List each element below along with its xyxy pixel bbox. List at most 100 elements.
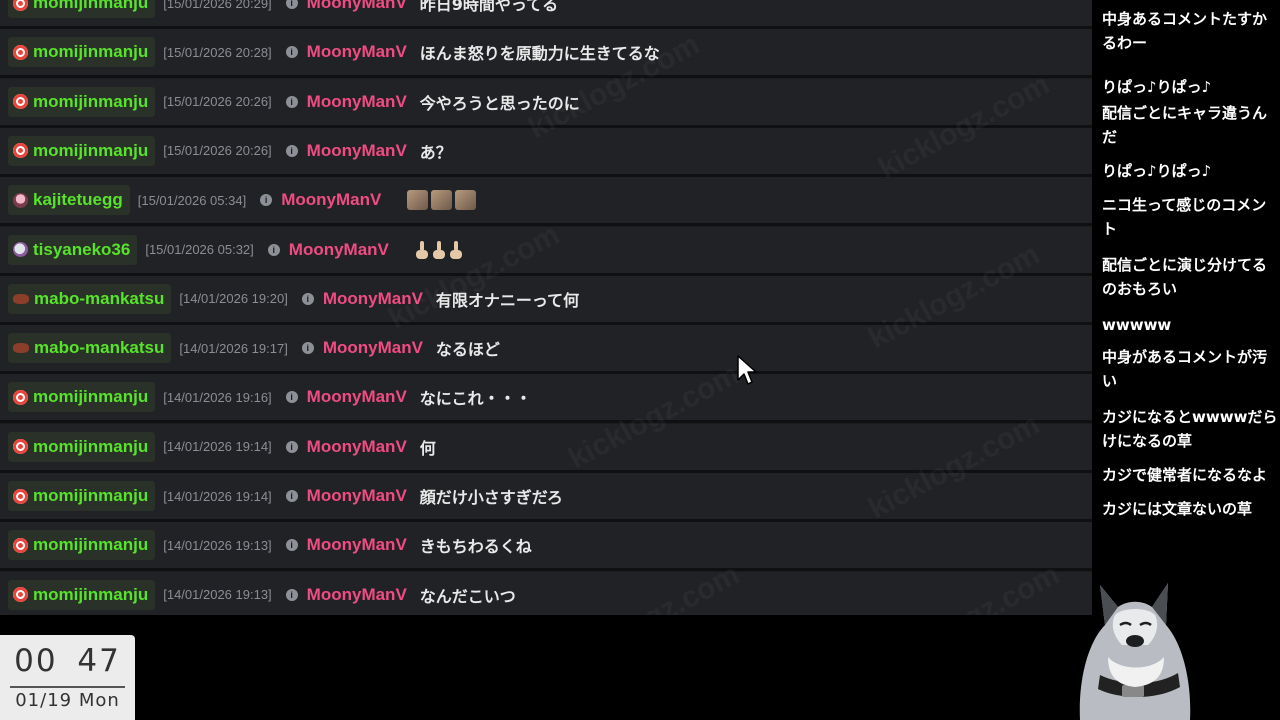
user-avatar bbox=[13, 143, 28, 159]
timestamp: [14/01/2026 19:20] bbox=[179, 291, 288, 307]
info-icon[interactable]: i bbox=[285, 95, 298, 108]
chat-message: 有限オナニーって何 bbox=[435, 290, 580, 310]
user-avatar bbox=[13, 192, 28, 208]
info-icon[interactable]: i bbox=[260, 194, 273, 207]
username[interactable]: momijinmanju bbox=[33, 486, 148, 506]
timestamp: [15/01/2026 05:32] bbox=[145, 242, 254, 257]
username-badge[interactable]: momijinmanju bbox=[8, 86, 156, 117]
username[interactable]: momijinmanju bbox=[33, 535, 148, 555]
username-badge[interactable]: mabo-mankatsu bbox=[8, 333, 172, 364]
username[interactable]: momijinmanju bbox=[33, 92, 148, 112]
chat-row[interactable]: kajitetuegg [15/01/2026 05:34] i MoonyManV bbox=[0, 177, 1092, 227]
mouse-cursor-icon bbox=[737, 355, 757, 385]
username[interactable]: tisyaneko36 bbox=[33, 240, 130, 260]
chat-row[interactable]: momijinmanju [14/01/2026 19:13] i MoonyManV… bbox=[0, 571, 1092, 615]
chat-message: 今やろうと思ったのに bbox=[419, 93, 580, 113]
timestamp: [15/01/2026 20:26] bbox=[163, 94, 272, 110]
info-icon[interactable]: i bbox=[301, 342, 314, 355]
comment-item: 配信ごとに演じ分けてるのおもろい bbox=[1102, 256, 1268, 298]
username-badge[interactable]: momijinmanju bbox=[8, 481, 156, 511]
channel-name[interactable]: MoonyManV bbox=[307, 92, 407, 112]
channel-name[interactable]: MoonyManV bbox=[307, 486, 407, 506]
chat-row[interactable]: momijinmanju [14/01/2026 19:14] i MoonyManV… bbox=[0, 423, 1092, 473]
username-badge[interactable]: momijinmanju bbox=[8, 0, 156, 18]
username-badge[interactable]: mabo-mankatsu bbox=[8, 283, 172, 314]
username[interactable]: momijinmanju bbox=[33, 141, 148, 161]
channel-name[interactable]: MoonyManV bbox=[281, 190, 381, 210]
username[interactable]: momijinmanju bbox=[33, 0, 148, 13]
channel-name[interactable]: MoonyManV bbox=[307, 141, 407, 161]
username-badge[interactable]: momijinmanju bbox=[8, 382, 156, 413]
info-icon[interactable]: i bbox=[301, 292, 314, 305]
comment-item: りぱっ♪りぱっ♪ bbox=[1102, 78, 1212, 96]
timestamp: [14/01/2026 19:14] bbox=[163, 439, 272, 455]
info-icon[interactable]: i bbox=[285, 440, 298, 453]
channel-name[interactable]: MoonyManV bbox=[307, 387, 407, 407]
username[interactable]: mabo-mankatsu bbox=[34, 338, 164, 358]
username-badge[interactable]: momijinmanju bbox=[8, 135, 156, 166]
comment-item: 配信ごとにキャラ違うんだ bbox=[1102, 104, 1268, 146]
comment-item: りぱっ♪りぱっ♪ bbox=[1102, 162, 1212, 180]
timestamp: [14/01/2026 19:16] bbox=[163, 389, 272, 405]
username[interactable]: momijinmanju bbox=[33, 42, 148, 62]
info-icon[interactable]: i bbox=[267, 243, 280, 256]
comment-item: 中身あるコメントたすかるわー bbox=[1102, 10, 1268, 52]
timestamp: [15/01/2026 20:26] bbox=[163, 143, 272, 159]
username-badge[interactable]: momijinmanju bbox=[8, 431, 156, 462]
comment-item: wwwww bbox=[1102, 316, 1172, 334]
username-badge[interactable]: momijinmanju bbox=[8, 530, 156, 561]
info-icon[interactable]: i bbox=[285, 539, 298, 552]
chat-row[interactable]: mabo-mankatsu [14/01/2026 19:20] i MoonyMan… bbox=[0, 275, 1092, 325]
chat-row[interactable]: tisyaneko36 [15/01/2026 05:32] i MoonyManV bbox=[0, 226, 1092, 276]
finger-emote-icon bbox=[449, 240, 463, 259]
chat-row[interactable]: momijinmanju [15/01/2026 20:26] i MoonyManV… bbox=[0, 78, 1092, 128]
username-badge[interactable]: momijinmanju bbox=[8, 579, 156, 610]
comment-item: 中身があるコメントが汚い bbox=[1102, 348, 1268, 390]
channel-name[interactable]: MoonyManV bbox=[307, 42, 407, 62]
username[interactable]: mabo-mankatsu bbox=[34, 289, 164, 309]
info-icon[interactable]: i bbox=[285, 588, 298, 601]
chat-log-panel[interactable]: momijinmanju [15/01/2026 20:29] i MoonyManV… bbox=[0, 0, 1092, 615]
user-avatar bbox=[13, 389, 28, 405]
chat-row[interactable]: momijinmanju [15/01/2026 20:26] i MoonyManV… bbox=[0, 127, 1092, 177]
chat-row[interactable]: momijinmanju [14/01/2026 19:14] i MoonyManV… bbox=[0, 473, 1092, 522]
username-badge[interactable]: kajitetuegg bbox=[8, 185, 130, 216]
chat-row[interactable]: momijinmanju [15/01/2026 20:28] i MoonyManV… bbox=[0, 29, 1092, 79]
chat-row[interactable]: mabo-mankatsu [14/01/2026 19:17] i MoonyMan… bbox=[0, 325, 1092, 375]
clock-date: 01/19 Mon bbox=[15, 690, 120, 711]
chat-message: 昨日9時間やってる bbox=[419, 0, 559, 14]
timestamp: [14/01/2026 19:14] bbox=[163, 488, 272, 504]
username[interactable]: momijinmanju bbox=[33, 585, 148, 605]
username-badge[interactable]: tisyaneko36 bbox=[8, 234, 138, 265]
face-emote-icon bbox=[407, 190, 429, 211]
comment-item: カジになるとwwwwだらけになるの草 bbox=[1102, 408, 1278, 450]
info-icon[interactable]: i bbox=[285, 144, 298, 157]
chat-message: 顔だけ小さすぎだろ bbox=[419, 488, 563, 507]
info-icon[interactable]: i bbox=[285, 0, 298, 9]
comment-item: カジには文章ないの草 bbox=[1102, 500, 1253, 518]
info-icon[interactable]: i bbox=[285, 490, 298, 502]
chat-message: なんだこいつ bbox=[419, 586, 516, 606]
user-avatar bbox=[13, 537, 28, 553]
channel-name[interactable]: MoonyManV bbox=[307, 0, 407, 13]
chat-row[interactable]: momijinmanju [14/01/2026 19:13] i MoonyManV… bbox=[0, 522, 1092, 572]
channel-name[interactable]: MoonyManV bbox=[323, 289, 423, 309]
user-avatar bbox=[13, 242, 28, 257]
username[interactable]: momijinmanju bbox=[33, 387, 148, 407]
channel-name[interactable]: MoonyManV bbox=[307, 585, 407, 605]
info-icon[interactable]: i bbox=[285, 391, 298, 404]
user-avatar bbox=[13, 343, 29, 354]
channel-name[interactable]: MoonyManV bbox=[307, 535, 407, 555]
channel-name[interactable]: MoonyManV bbox=[323, 338, 423, 358]
channel-name[interactable]: MoonyManV bbox=[307, 437, 407, 457]
chat-row[interactable]: momijinmanju [15/01/2026 20:29] i MoonyManV… bbox=[0, 0, 1092, 29]
username[interactable]: kajitetuegg bbox=[33, 190, 123, 210]
channel-name[interactable]: MoonyManV bbox=[289, 240, 389, 260]
chat-row[interactable]: momijinmanju [14/01/2026 19:16] i MoonyManV… bbox=[0, 374, 1092, 424]
username-badge[interactable]: momijinmanju bbox=[8, 37, 156, 68]
timestamp: [14/01/2026 19:13] bbox=[163, 537, 272, 553]
username[interactable]: momijinmanju bbox=[33, 437, 148, 457]
info-icon[interactable]: i bbox=[285, 46, 298, 59]
chat-message: きもちわるくね bbox=[419, 537, 532, 557]
timestamp: [15/01/2026 20:29] bbox=[163, 0, 272, 11]
